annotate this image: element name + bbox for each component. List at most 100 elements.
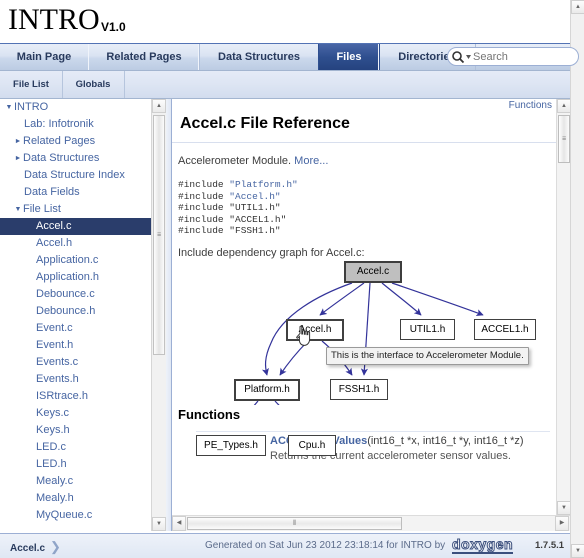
tab-files[interactable]: Files — [318, 44, 380, 70]
sidebar-item-label: Events.c — [36, 356, 79, 368]
member-args: (int16_t *x, int16_t *y, int16_t *z) — [367, 435, 524, 447]
content-scroll-down-button[interactable]: ▼ — [557, 501, 570, 515]
tab-related-pages[interactable]: Related Pages — [88, 44, 200, 70]
sidebar-item-keys-c[interactable]: Keys.c — [0, 405, 152, 422]
content-vertical-scroll-thumb[interactable]: ≡ — [558, 115, 570, 163]
include-line: #include "Accel.h" — [178, 191, 298, 203]
sidebar-item-label: INTRO — [14, 101, 49, 113]
sidebar-item-myqueue-c[interactable]: MyQueue.c — [0, 507, 152, 524]
more-link[interactable]: More... — [294, 155, 328, 167]
content-scroll-right-button[interactable]: ▶ — [555, 516, 569, 531]
sidebar-item-lab-infotronik[interactable]: Lab: Infotronik — [0, 116, 152, 133]
include-dependency-graph[interactable]: Accel.c Accel.h UTIL1.h ACCEL1.h Platform.h F… — [178, 257, 550, 456]
sidebar-item-label: ISRtrace.h — [36, 390, 88, 402]
graph-node-cpu-h[interactable]: Cpu.h — [288, 435, 336, 456]
sidebar-scrollbar[interactable]: ▲ ≡ ▼ — [151, 99, 166, 531]
chevron-right-icon[interactable]: ► — [13, 133, 23, 150]
footer-nav-path: Accel.c ❯ Generated on Sat Jun 23 2012 23… — [0, 533, 570, 558]
nav-tree[interactable]: ▼ INTRO Lab: Infotronik ► Related Pages ► Data… — [0, 99, 152, 531]
content-horizontal-scroll-thumb[interactable]: ⦀ — [187, 517, 402, 530]
sidebar-item-led-c[interactable]: LED.c — [0, 439, 152, 456]
sidebar-item-related-pages[interactable]: ► Related Pages — [0, 133, 152, 150]
sidebar-item-mealy-c[interactable]: Mealy.c — [0, 473, 152, 490]
scroll-grip-icon: ≡ — [561, 135, 567, 143]
browser-scroll-up-button[interactable]: ▲ — [571, 0, 584, 14]
tab-data-structures[interactable]: Data Structures — [198, 44, 320, 70]
sidebar-item-data-structure-index[interactable]: Data Structure Index — [0, 167, 152, 184]
graph-node-accel-c[interactable]: Accel.c — [344, 261, 402, 283]
graph-node-label: FSSH1.h — [338, 384, 380, 395]
sidebar-item-debounce-h[interactable]: Debounce.h — [0, 303, 152, 320]
breadcrumb-item-accel-c[interactable]: Accel.c — [10, 543, 45, 554]
sidebar-item-file-list[interactable]: ▼ File List — [0, 201, 152, 218]
subtab-globals[interactable]: Globals — [62, 71, 125, 98]
sidebar-item-label: Application.c — [36, 254, 99, 266]
header-title-area: Accel.c File Reference — [172, 111, 556, 141]
page-title: Accel.c File Reference — [180, 115, 350, 132]
graph-node-pe-types-h[interactable]: PE_Types.h — [196, 435, 266, 456]
search-icon[interactable] — [451, 50, 473, 64]
sidebar-item-event-c[interactable]: Event.c — [0, 320, 152, 337]
content-horizontal-scrollbar[interactable]: ◀ ⦀ ▶ — [172, 515, 570, 531]
browser-vertical-scrollbar[interactable]: ▲ ▼ — [570, 0, 584, 558]
sidebar-item-mealy-h[interactable]: Mealy.h — [0, 490, 152, 507]
scroll-grip-icon: ≡ — [156, 231, 162, 239]
sidebar-item-events-h[interactable]: Events.h — [0, 371, 152, 388]
sidebar-scroll-down-button[interactable]: ▼ — [152, 517, 166, 531]
content-scroll-up-button[interactable]: ▲ — [557, 99, 570, 113]
content-vertical-scrollbar[interactable]: ▲ ≡ ▼ — [556, 99, 570, 515]
project-version: V1.0 — [101, 20, 126, 34]
doxygen-logo[interactable]: doxygen — [451, 536, 514, 554]
sidebar-item-label: Lab: Infotronik — [24, 118, 94, 130]
sidebar-item-events-c[interactable]: Events.c — [0, 354, 152, 371]
sidebar-item-application-c[interactable]: Application.c — [0, 252, 152, 269]
breadcrumb-separator-icon: ❯ — [50, 539, 61, 554]
include-file[interactable]: "Accel.h" — [224, 191, 280, 202]
sidebar-item-event-h[interactable]: Event.h — [0, 337, 152, 354]
sidebar-item-accel-c[interactable]: Accel.c — [0, 218, 152, 235]
sidebar-item-label: Event.h — [36, 339, 74, 351]
sidebar-item-data-fields[interactable]: Data Fields — [0, 184, 152, 201]
graph-node-accel-h[interactable]: Accel.h — [286, 319, 344, 341]
graph-node-label: PE_Types.h — [204, 440, 258, 451]
browser-scroll-down-button[interactable]: ▼ — [571, 544, 584, 558]
chevron-down-icon[interactable]: ▼ — [13, 201, 23, 218]
search-input[interactable] — [473, 49, 573, 64]
include-file[interactable]: "Platform.h" — [224, 179, 297, 190]
chevron-right-icon[interactable]: ► — [13, 150, 23, 167]
tab-main-page[interactable]: Main Page — [0, 44, 89, 70]
doxygen-version: 1.7.5.1 — [535, 540, 565, 551]
sidebar-scroll-up-button[interactable]: ▲ — [152, 99, 166, 113]
include-directive: #include — [178, 202, 224, 213]
sidebar-item-isrtrace-h[interactable]: ISRtrace.h — [0, 388, 152, 405]
sidebar-scroll-thumb[interactable]: ≡ — [153, 115, 165, 355]
sidebar-item-label: Event.c — [36, 322, 73, 334]
include-line: #include "UTIL1.h" — [178, 202, 298, 214]
content-scroll-left-button[interactable]: ◀ — [172, 516, 186, 531]
graph-node-fssh1-h[interactable]: FSSH1.h — [330, 379, 388, 400]
sidebar-item-data-structures[interactable]: ► Data Structures — [0, 150, 152, 167]
include-line: #include "Platform.h" — [178, 179, 298, 191]
subtab-file-list[interactable]: File List — [0, 71, 63, 98]
sidebar-item-keys-h[interactable]: Keys.h — [0, 422, 152, 439]
sidebar-item-application-h[interactable]: Application.h — [0, 269, 152, 286]
sidebar-item-accel-h[interactable]: Accel.h — [0, 235, 152, 252]
sidebar-item-intro[interactable]: ▼ INTRO — [0, 99, 152, 116]
sidebar-item-label: Related Pages — [23, 135, 96, 147]
summary-link-functions[interactable]: Functions — [509, 100, 552, 111]
graph-node-accel1-h[interactable]: ACCEL1.h — [474, 319, 536, 340]
scroll-grip-icon: ⦀ — [292, 519, 297, 527]
include-directive: #include — [178, 190, 224, 202]
secondary-tab-bar: File List Globals — [0, 71, 584, 99]
breadcrumb[interactable]: Accel.c ❯ — [10, 539, 61, 555]
graph-node-util1-h[interactable]: UTIL1.h — [400, 319, 455, 340]
sidebar-item-label: Debounce.c — [36, 288, 95, 300]
include-directive: #include — [178, 225, 224, 236]
sidebar-item-led-h[interactable]: LED.h — [0, 456, 152, 473]
sidebar-item-debounce-c[interactable]: Debounce.c — [0, 286, 152, 303]
search-box[interactable] — [447, 47, 579, 66]
sidebar-item-label: Accel.h — [36, 237, 73, 249]
graph-node-platform-h[interactable]: Platform.h — [234, 379, 300, 401]
chevron-down-icon[interactable]: ▼ — [4, 99, 14, 116]
sidebar-item-label: Keys.h — [36, 424, 70, 436]
